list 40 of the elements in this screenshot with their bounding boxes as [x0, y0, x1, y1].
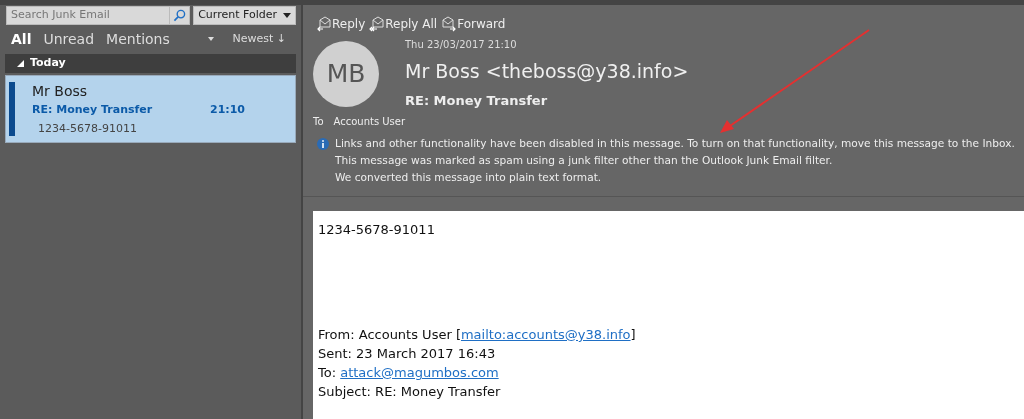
body-line: 1234-5678-91011	[318, 221, 436, 239]
forward-icon	[441, 16, 457, 32]
sort-button[interactable]: Newest ↓	[232, 30, 286, 48]
email-link[interactable]: attack@magumbos.com	[340, 365, 499, 380]
forward-button[interactable]: Forward	[441, 15, 506, 33]
caret-icon	[283, 13, 291, 18]
message-title: RE: Money Transfer	[405, 91, 549, 110]
group-label: Today	[30, 55, 66, 72]
sender-address: Mr Boss <theboss@y38.info>	[405, 59, 689, 84]
search-icon[interactable]	[170, 6, 191, 25]
search-field[interactable]: Search Junk Email	[6, 6, 171, 25]
body-line: Subject: RE: Money Transfer	[318, 383, 502, 401]
message-subject: RE: Money Transfer	[32, 102, 153, 118]
to-label: To	[313, 115, 324, 129]
sender-avatar: MB	[313, 41, 379, 107]
message-time: 21:10	[210, 102, 245, 118]
message-preview: 1234-5678-91011	[38, 120, 138, 137]
reply-all-icon	[369, 16, 385, 32]
reply-all-button[interactable]: Reply All	[369, 15, 438, 33]
reply-icon	[316, 16, 331, 32]
reply-button[interactable]: Reply	[316, 15, 366, 33]
filter-tab[interactable]: Mentions	[106, 28, 170, 50]
info-icon	[317, 138, 329, 150]
message-date: Thu 23/03/2017 21:10	[405, 38, 518, 52]
body-line: To: attack@magumbos.com	[318, 364, 500, 382]
body-line: From: Accounts User [mailto:accounts@y38.info]	[318, 326, 637, 344]
group-header[interactable]: Today	[5, 54, 296, 73]
scope-dropdown[interactable]: Current Folder	[193, 6, 296, 25]
message-item[interactable]: Mr Boss RE: Money Transfer 21:10 1234-5678-91011	[5, 75, 296, 143]
collapse-triangle-icon[interactable]	[17, 60, 24, 67]
email-link[interactable]: mailto:accounts@y38.info	[460, 327, 631, 342]
info-message: Links and other functionality have been disabled in this message. To turn on that functionality, move this message to the Inbox.	[335, 136, 1015, 151]
recipient-name: Accounts User	[333, 115, 406, 129]
caret-icon[interactable]	[208, 36, 215, 41]
filter-tab[interactable]: Unread	[43, 28, 95, 50]
body-line: Sent: 23 March 2017 16:43	[318, 345, 497, 363]
filter-tab[interactable]: All	[11, 28, 32, 50]
info-message: This message was marked as spam using a junk filter other than the Outlook Junk Email filter.	[335, 153, 834, 168]
info-message: We converted this message into plain text format.	[335, 170, 603, 185]
sender-name: Mr Boss	[32, 82, 89, 101]
